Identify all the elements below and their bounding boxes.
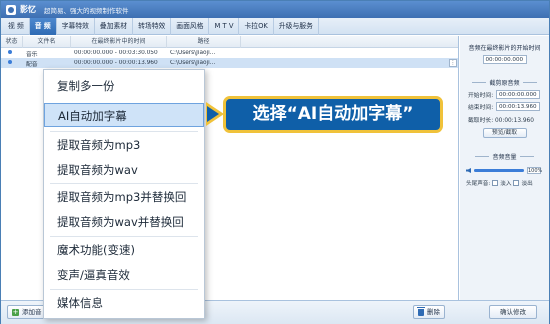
menu-separator bbox=[50, 236, 198, 237]
tab-subtitle-effects[interactable]: 字幕特效 bbox=[57, 17, 95, 35]
delete-button[interactable]: 删除 bbox=[413, 305, 445, 319]
main-tab-bar: 视 频 音 频 字幕特效 叠加素材 转场特效 画面风格 M T V 卡拉OK 升… bbox=[1, 17, 549, 35]
tab-video[interactable]: 视 频 bbox=[3, 17, 30, 35]
time-cell: 00:00:00.000 - 00:03:30.050 bbox=[74, 50, 158, 56]
callout-arrow-inner-icon bbox=[207, 106, 219, 122]
clip-length-text: 截取时长: 00:00:13.960 bbox=[468, 118, 534, 124]
col-status[interactable]: 状态 bbox=[1, 35, 23, 48]
confirm-change-button[interactable]: 确认修改 bbox=[489, 305, 537, 319]
menu-item-ai-subtitle[interactable]: AI自动加字幕 bbox=[44, 103, 204, 127]
fade-in-label: 淡入 bbox=[500, 181, 512, 187]
col-time[interactable]: 在最终影片中的时间 bbox=[71, 35, 167, 48]
menu-separator bbox=[50, 289, 198, 290]
menu-item-extract-mp3-replace[interactable]: 提取音频为mp3并替换回 bbox=[44, 185, 204, 209]
tab-upgrade[interactable]: 升级与服务 bbox=[274, 17, 319, 35]
volume-slider[interactable] bbox=[474, 169, 524, 172]
clip-end-input[interactable]: 00:00:13.960 bbox=[496, 102, 540, 111]
filename-cell: 音乐 bbox=[26, 51, 38, 58]
table-row-selected[interactable]: 配音 00:00:00.000 - 00:00:13.960 C:\Users\… bbox=[1, 58, 458, 68]
instruction-callout: 选择“AI自动加字幕” bbox=[223, 96, 443, 133]
tab-styles[interactable]: 画面风格 bbox=[171, 17, 210, 35]
menu-item-duplicate[interactable]: 复制多一份 bbox=[44, 74, 204, 98]
fade-in-checkbox[interactable] bbox=[492, 180, 499, 186]
app-logo-icon bbox=[6, 4, 16, 15]
menu-item-magic-speed[interactable]: 魔术功能(变速) bbox=[44, 238, 204, 262]
plus-icon: + bbox=[12, 307, 19, 316]
status-dot-icon bbox=[8, 50, 12, 54]
clip-end-row: 结束时间: 00:00:13.960 bbox=[468, 102, 549, 111]
audio-settings-panel: 音频在最终影片的开始时间 00:00:00.000 截剪原音频 开始时间: 00… bbox=[460, 36, 549, 300]
path-cell: C:\Users\Jiaoji... bbox=[170, 60, 216, 66]
menu-separator bbox=[50, 183, 198, 184]
menu-item-extract-mp3[interactable]: 提取音频为mp3 bbox=[44, 133, 204, 157]
menu-item-extract-wav[interactable]: 提取音频为wav bbox=[44, 158, 204, 182]
table-header: 状态 文件名 在最终影片中的时间 路径 bbox=[1, 35, 458, 48]
row-more-icon[interactable]: ⋮ bbox=[449, 59, 457, 67]
delete-label: 删除 bbox=[427, 308, 440, 316]
menu-item-voice-change[interactable]: 变声/逼真音效 bbox=[44, 263, 204, 287]
trash-icon bbox=[417, 306, 425, 316]
tab-transitions[interactable]: 转场特效 bbox=[133, 17, 172, 35]
fade-out-label: 淡出 bbox=[521, 181, 533, 187]
table-row[interactable]: 音乐 00:00:00.000 - 00:03:30.050 C:\Users\… bbox=[1, 48, 458, 58]
col-spacer bbox=[241, 36, 458, 48]
tab-overlay[interactable]: 叠加素材 bbox=[95, 17, 134, 35]
clip-start-label: 开始时间: bbox=[468, 93, 494, 99]
menu-separator bbox=[50, 131, 198, 132]
context-menu: 复制多一份 AI自动加字幕 提取音频为mp3 提取音频为wav 提取音频为mp3… bbox=[43, 69, 205, 319]
preview-clip-button[interactable]: 预览/截取 bbox=[482, 128, 527, 138]
fade-label: 头尾声音: bbox=[466, 181, 491, 187]
col-filename[interactable]: 文件名 bbox=[23, 35, 71, 48]
path-cell: C:\Users\Jiaoji... bbox=[170, 50, 216, 56]
volume-row: 100% bbox=[466, 167, 549, 174]
fade-row: 头尾声音: 淡入 淡出 bbox=[466, 179, 549, 187]
status-cell bbox=[1, 50, 23, 56]
filename-cell: 配音 bbox=[26, 61, 38, 68]
menu-item-extract-wav-replace[interactable]: 提取音频为wav并替换回 bbox=[44, 210, 204, 234]
col-path[interactable]: 路径 bbox=[167, 35, 241, 48]
tab-karaoke[interactable]: 卡拉OK bbox=[239, 17, 274, 35]
clip-start-row: 开始时间: 00:00:00.000 bbox=[468, 90, 549, 99]
title-bar: 影忆 超简易、强大的视频制作软件 bbox=[1, 1, 549, 18]
volume-value[interactable]: 100% bbox=[527, 167, 542, 174]
clip-start-input[interactable]: 00:00:00.000 bbox=[496, 90, 540, 99]
volume-slider-fill bbox=[474, 169, 524, 172]
status-cell bbox=[1, 60, 23, 66]
menu-item-media-info[interactable]: 媒体信息 bbox=[44, 291, 204, 315]
clip-end-label: 结束时间: bbox=[468, 105, 494, 111]
app-name: 影忆 bbox=[20, 5, 36, 14]
tab-audio[interactable]: 音 频 bbox=[29, 17, 57, 35]
time-cell: 00:00:00.000 - 00:00:13.960 bbox=[74, 60, 158, 66]
add-audio-button[interactable]: + 添加音 bbox=[7, 305, 47, 319]
start-time-input[interactable]: 00:00:00.000 bbox=[482, 55, 527, 64]
speaker-icon bbox=[466, 168, 471, 173]
add-audio-label: 添加音 bbox=[22, 308, 42, 316]
fade-out-checkbox[interactable] bbox=[513, 180, 520, 186]
tab-mtv[interactable]: M T V bbox=[209, 17, 240, 35]
clip-section-title: 截剪原音频 bbox=[460, 78, 549, 87]
app-slogan: 超简易、强大的视频制作软件 bbox=[44, 6, 129, 15]
app-window: 影忆 超简易、强大的视频制作软件 视 频 音 频 字幕特效 叠加素材 转场特效 … bbox=[0, 0, 550, 324]
status-dot-icon bbox=[8, 60, 12, 64]
volume-section-title: 音频音量 bbox=[460, 152, 549, 161]
start-time-title: 音频在最终影片的开始时间 bbox=[468, 45, 541, 52]
